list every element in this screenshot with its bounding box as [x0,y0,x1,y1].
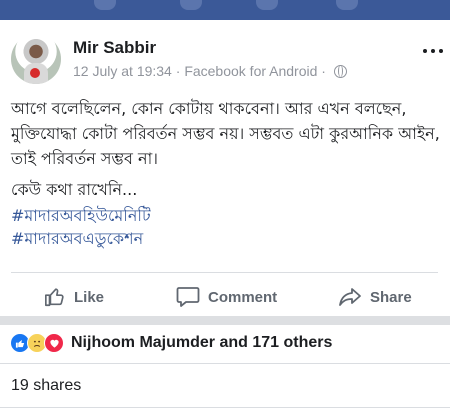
post-header: Mir Sabbir 12 July at 19:34 · Facebook f… [11,34,443,84]
divider [0,407,450,408]
reactions-text: Nijhoom Majumder and 171 others [71,334,333,351]
post-paragraph: কেউ কথা রাখেনি... [11,180,138,199]
thumbs-up-icon [45,288,64,307]
post-source: Facebook for Android [184,63,318,79]
post-body: আগে বলেছিলেন, কোন কোটায় থাকবেনা। আর এখন… [11,96,441,202]
messages-icon[interactable] [180,0,202,10]
top-navigation-bar [0,0,450,20]
post-date[interactable]: 12 July at 19:34 [73,63,172,79]
comment-label: Comment [208,288,278,306]
globe-icon [333,65,347,78]
avatar[interactable] [11,34,61,84]
meta-separator: · [175,63,181,79]
hashtag-link[interactable]: #মাদারঅবএডুকেশন [11,227,151,250]
meta-separator: · [321,63,326,79]
author-name[interactable]: Mir Sabbir [73,38,156,58]
like-button[interactable]: Like [44,280,104,314]
notifications-icon[interactable] [256,0,278,10]
post-actions: Like Comment Share [0,280,450,314]
like-label: Like [74,288,105,306]
comment-button[interactable]: Comment [176,280,277,314]
hashtag-list: #মাদারঅবহিউমেনিটি #মাদারঅবএডুকেশন [11,204,151,250]
more-options-button[interactable] [421,46,445,56]
nav-icon[interactable] [94,0,116,10]
share-button[interactable]: Share [338,280,412,314]
shares-count[interactable]: 19 shares [11,377,81,395]
share-icon [339,288,361,306]
reactions-summary[interactable]: Nijhoom Majumder and 171 others [10,332,332,354]
divider [0,363,450,364]
post-meta: 12 July at 19:34 · Facebook for Android … [73,63,347,79]
avatar-badge [30,68,40,78]
post-paragraph: আগে বলেছিলেন, কোন কোটায় থাকবেনা। আর এখন… [11,99,440,168]
love-reaction-icon [44,333,64,353]
menu-icon[interactable] [336,0,358,10]
hashtag-link[interactable]: #মাদারঅবহিউমেনিটি [11,204,151,227]
section-separator [0,316,450,325]
share-label: Share [370,288,412,306]
divider [11,272,438,273]
comment-icon [176,287,200,307]
